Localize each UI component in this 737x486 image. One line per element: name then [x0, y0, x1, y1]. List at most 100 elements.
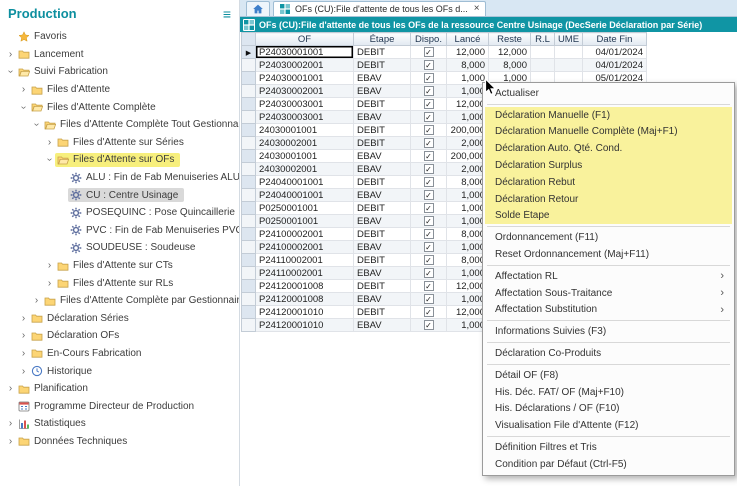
row-selector[interactable]: [242, 202, 256, 215]
sidebar-item-soudeuse-soudeuse[interactable]: SOUDEUSE : Soudeuse: [0, 239, 239, 257]
sidebar-item-lancement[interactable]: ›Lancement: [0, 46, 239, 64]
dispo-checkbox[interactable]: ✓: [424, 190, 434, 200]
row-selector[interactable]: [242, 228, 256, 241]
column-header-etape[interactable]: Étape: [354, 33, 411, 46]
sidebar-item-planification[interactable]: ›Planification: [0, 380, 239, 398]
menu-item-declaration-manuelle-complete-maj-f1[interactable]: Déclaration Manuelle Complète (Maj+F1): [485, 124, 732, 141]
column-header-dispo[interactable]: Dispo.: [411, 33, 447, 46]
chevron-right-icon[interactable]: ›: [44, 260, 55, 271]
sidebar-item-statistiques[interactable]: ›Statistiques: [0, 415, 239, 433]
dispo-checkbox[interactable]: ✓: [424, 177, 434, 187]
row-selector[interactable]: ▶: [242, 46, 256, 59]
chevron-right-icon[interactable]: ›: [5, 418, 16, 429]
row-selector[interactable]: [242, 59, 256, 72]
dispo-checkbox[interactable]: ✓: [424, 216, 434, 226]
chevron-right-icon[interactable]: ›: [44, 137, 55, 148]
row-selector[interactable]: [242, 267, 256, 280]
menu-item-declaration-surplus[interactable]: Déclaration Surplus: [485, 157, 732, 174]
table-row[interactable]: P24030002001DEBIT✓8,0008,00004/01/2024: [242, 59, 647, 72]
dispo-checkbox[interactable]: ✓: [424, 86, 434, 96]
dispo-checkbox[interactable]: ✓: [424, 307, 434, 317]
dispo-checkbox[interactable]: ✓: [424, 203, 434, 213]
chevron-right-icon[interactable]: ›: [5, 383, 16, 394]
column-header-ume[interactable]: UME: [555, 33, 583, 46]
menu-item-declaration-manuelle-f1[interactable]: Déclaration Manuelle (F1): [485, 107, 732, 124]
dispo-checkbox[interactable]: ✓: [424, 73, 434, 83]
column-header-r-l[interactable]: R.L: [531, 33, 555, 46]
chevron-right-icon[interactable]: ›: [18, 330, 29, 341]
tab-home[interactable]: [246, 1, 270, 16]
menu-item-ordonnancement-f11[interactable]: Ordonnancement (F11): [485, 229, 732, 246]
menu-item-actualiser[interactable]: Actualiser: [485, 85, 732, 102]
row-selector[interactable]: [242, 163, 256, 176]
menu-item-declaration-rebut[interactable]: Déclaration Rebut: [485, 174, 732, 191]
dispo-checkbox[interactable]: ✓: [424, 125, 434, 135]
row-selector[interactable]: [242, 280, 256, 293]
dispo-checkbox[interactable]: ✓: [424, 138, 434, 148]
chevron-right-icon[interactable]: ›: [5, 49, 16, 60]
column-header-date-fin[interactable]: Date Fin: [583, 33, 647, 46]
menu-item-definition-filtres-et-tris[interactable]: Définition Filtres et Tris: [485, 439, 732, 456]
chevron-right-icon[interactable]: ›: [31, 295, 42, 306]
row-selector[interactable]: [242, 150, 256, 163]
tab-active[interactable]: OFs (CU):File d'attente de tous les OFs …: [273, 1, 486, 16]
chevron-right-icon[interactable]: ›: [44, 278, 55, 289]
row-selector[interactable]: [242, 293, 256, 306]
sidebar-item-en-cours-fabrication[interactable]: ›En-Cours Fabrication: [0, 345, 239, 363]
dispo-checkbox[interactable]: ✓: [424, 47, 434, 57]
sidebar-item-files-d-attente-complete[interactable]: ›Files d'Attente Complète: [0, 98, 239, 116]
sidebar-item-donnees-techniques[interactable]: ›Données Techniques: [0, 433, 239, 451]
row-selector[interactable]: [242, 98, 256, 111]
row-selector[interactable]: [242, 124, 256, 137]
menu-item-declaration-auto-qte-cond[interactable]: Déclaration Auto. Qté. Cond.: [485, 140, 732, 157]
menu-item-solde-etape[interactable]: Solde Étape: [485, 208, 732, 225]
row-selector[interactable]: [242, 215, 256, 228]
dispo-checkbox[interactable]: ✓: [424, 229, 434, 239]
dispo-checkbox[interactable]: ✓: [424, 151, 434, 161]
sidebar-item-suivi-fabrication[interactable]: ›Suivi Fabrication: [0, 63, 239, 81]
sidebar-item-posequinc-pose-quincaillerie[interactable]: POSEQUINC : Pose Quincaillerie: [0, 204, 239, 222]
menu-item-declaration-co-produits[interactable]: Déclaration Co-Produits: [485, 345, 732, 362]
sidebar-item-declaration-ofs[interactable]: ›Déclaration OFs: [0, 327, 239, 345]
sidebar-item-alu-fin-de-fab-menuiseries-alu[interactable]: ALU : Fin de Fab Menuiseries ALU: [0, 169, 239, 187]
menu-item-visualisation-file-d-attente-f12[interactable]: Visualisation File d'Attente (F12): [485, 417, 732, 434]
chevron-down-icon[interactable]: ›: [18, 102, 29, 113]
chevron-right-icon[interactable]: ›: [5, 436, 16, 447]
menu-item-affectation-sous-traitance[interactable]: Affectation Sous-Traitance›: [485, 285, 732, 302]
dispo-checkbox[interactable]: ✓: [424, 255, 434, 265]
dispo-checkbox[interactable]: ✓: [424, 242, 434, 252]
row-selector[interactable]: [242, 189, 256, 202]
dispo-checkbox[interactable]: ✓: [424, 294, 434, 304]
row-selector[interactable]: [242, 85, 256, 98]
sidebar-item-files-d-attente-complete-tout-gestionnaire[interactable]: ›Files d'Attente Complète Tout Gestionna…: [0, 116, 239, 134]
chevron-down-icon[interactable]: ›: [44, 154, 55, 165]
chevron-down-icon[interactable]: ›: [31, 119, 42, 130]
dispo-checkbox[interactable]: ✓: [424, 164, 434, 174]
row-selector[interactable]: [242, 254, 256, 267]
column-header-reste[interactable]: Reste: [489, 33, 531, 46]
chevron-down-icon[interactable]: ›: [5, 66, 16, 77]
sidebar-item-files-d-attente-complete-par-gestionnaire[interactable]: ›Files d'Attente Complète par Gestionnai…: [0, 292, 239, 310]
sidebar-item-files-d-attente-sur-ofs[interactable]: ›Files d'Attente sur OFs: [0, 151, 239, 169]
sidebar-item-files-d-attente-sur-cts[interactable]: ›Files d'Attente sur CTs: [0, 257, 239, 275]
menu-item-reset-ordonnancement-maj-f11[interactable]: Reset Ordonnancement (Maj+F11): [485, 246, 732, 263]
menu-item-detail-of-f8[interactable]: Détail OF (F8): [485, 367, 732, 384]
row-selector[interactable]: [242, 111, 256, 124]
chevron-right-icon[interactable]: ›: [18, 366, 29, 377]
menu-item-condition-par-defaut-ctrl-f5[interactable]: Condition par Défaut (Ctrl-F5): [485, 456, 732, 473]
close-icon[interactable]: ×: [474, 4, 480, 14]
row-selector[interactable]: [242, 72, 256, 85]
dispo-checkbox[interactable]: ✓: [424, 268, 434, 278]
dispo-checkbox[interactable]: ✓: [424, 112, 434, 122]
menu-item-his-dec-fat-of-maj-f10[interactable]: His. Déc. FAT/ OF (Maj+F10): [485, 384, 732, 401]
menu-item-his-declarations-of-f10[interactable]: His. Déclarations / OF (F10): [485, 401, 732, 418]
menu-item-affectation-rl[interactable]: Affectation RL›: [485, 268, 732, 285]
sidebar-item-cu-centre-usinage[interactable]: CU : Centre Usinage: [0, 186, 239, 204]
dispo-checkbox[interactable]: ✓: [424, 60, 434, 70]
select-column-header[interactable]: [242, 33, 256, 46]
row-selector[interactable]: [242, 319, 256, 332]
menu-item-informations-suivies-f3[interactable]: Informations Suivies (F3): [485, 323, 732, 340]
table-row[interactable]: ▶P24030001001DEBIT✓12,00012,00004/01/202…: [242, 46, 647, 59]
sidebar-item-files-d-attente-sur-series[interactable]: ›Files d'Attente sur Séries: [0, 134, 239, 152]
sidebar-item-files-d-attente-sur-rls[interactable]: ›Files d'Attente sur RLs: [0, 274, 239, 292]
